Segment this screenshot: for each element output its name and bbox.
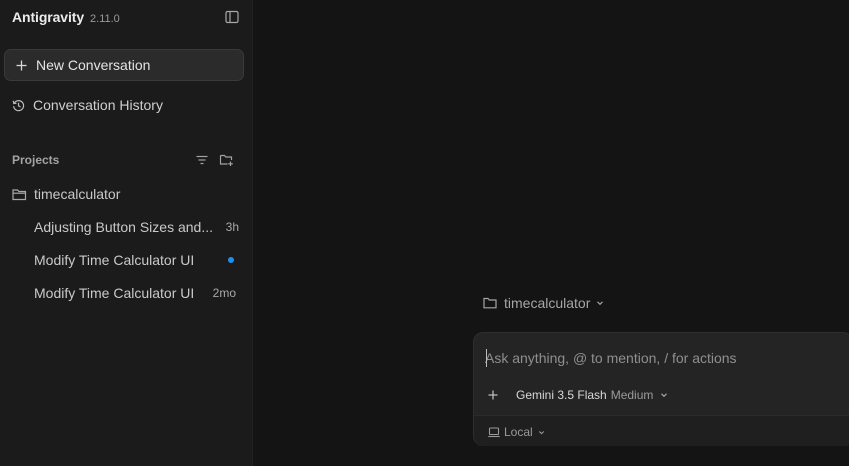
prompt-input[interactable]: [485, 347, 845, 369]
conversation-item[interactable]: Adjusting Button Sizes and... 3h: [34, 217, 239, 237]
new-conversation-button[interactable]: New Conversation: [4, 49, 244, 81]
conversation-title: Modify Time Calculator UI: [34, 252, 195, 268]
new-conversation-label: New Conversation: [36, 57, 151, 73]
chevron-down-icon: [538, 429, 545, 436]
sidebar-panel-icon[interactable]: [225, 10, 239, 24]
folder-icon: [12, 188, 27, 201]
add-context-button[interactable]: [488, 390, 498, 400]
plus-icon: [16, 60, 27, 71]
conversation-title: Adjusting Button Sizes and...: [34, 219, 213, 235]
model-selector[interactable]: Gemini 3.5 Flash Medium: [516, 388, 668, 402]
projects-header: Projects: [12, 152, 236, 168]
folder-plus-icon[interactable]: [219, 152, 234, 167]
conversation-time: 3h: [225, 220, 239, 234]
project-name: timecalculator: [34, 186, 121, 202]
conversation-title: Modify Time Calculator UI: [34, 285, 195, 301]
app-version: 2.11.0: [90, 13, 120, 25]
project-timecalculator[interactable]: timecalculator: [12, 184, 120, 204]
app-name: Antigravity: [12, 9, 85, 25]
app-header: Antigravity 2.11.0: [12, 9, 120, 29]
workspace-name: timecalculator: [504, 295, 591, 311]
history-icon: [12, 99, 25, 112]
workspace-selector[interactable]: timecalculator: [483, 293, 604, 313]
chevron-down-icon: [596, 299, 604, 307]
conversation-time: 2mo: [212, 286, 236, 300]
composer: Gemini 3.5 Flash Medium Local: [473, 332, 849, 446]
composer-footer: Local: [474, 415, 849, 446]
text-caret: [486, 349, 487, 367]
chevron-down-icon: [660, 391, 668, 399]
laptop-icon: [488, 426, 500, 438]
conversation-item[interactable]: Modify Time Calculator UI 2mo: [34, 283, 236, 303]
filter-icon[interactable]: [195, 153, 209, 167]
model-mode: Medium: [610, 388, 654, 402]
folder-icon: [483, 297, 497, 309]
model-name: Gemini 3.5 Flash: [516, 388, 607, 402]
conversation-history-link[interactable]: Conversation History: [12, 95, 163, 115]
sidebar: Antigravity 2.11.0 New Conversation Conv…: [0, 0, 253, 466]
projects-label: Projects: [12, 153, 60, 167]
conversation-history-label: Conversation History: [33, 97, 163, 113]
conversation-item[interactable]: Modify Time Calculator UI: [34, 250, 239, 270]
environment-selector[interactable]: Local: [488, 424, 545, 440]
environment-label: Local: [504, 425, 533, 439]
composer-toolbar: Gemini 3.5 Flash Medium: [488, 386, 668, 404]
active-status-dot: [228, 257, 234, 263]
